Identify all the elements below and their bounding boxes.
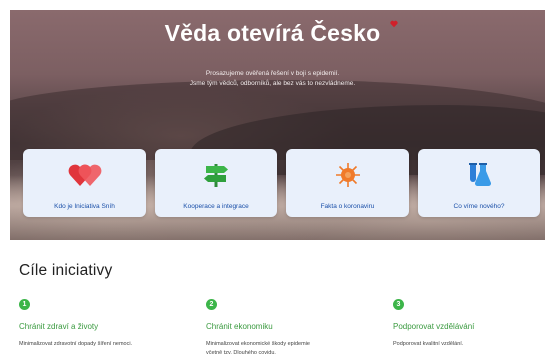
- goal-description-line: Minimalizovat zdravotní dopady šíření ne…: [19, 341, 133, 347]
- goal-title: Podporovat vzdělávání: [393, 322, 475, 331]
- hearts-icon: [68, 164, 101, 186]
- card-label: Fakta o koronaviru: [320, 203, 375, 210]
- goal-description: Minimalizovat ekonomické škody epidemie …: [206, 340, 381, 358]
- virus-icon: [335, 163, 360, 187]
- goal-description: Minimalizovat zdravotní dopady šíření ne…: [19, 340, 194, 349]
- goal-number-badge: 1: [19, 299, 30, 310]
- goal-description: Podporovat kvalitní vzdělání.: [393, 340, 533, 349]
- heart-icon: [390, 20, 398, 28]
- hero-subtitle-line-2: Jsme tým vědců, odborníků, ale bez vás t…: [189, 80, 356, 87]
- goal-description-line: včetně tzv. Dlouhého covidu.: [206, 350, 276, 356]
- goal-description-line: Podporovat kvalitní vzdělání.: [393, 341, 464, 347]
- card-fakta-o-koronaviru[interactable]: Fakta o koronaviru: [286, 149, 409, 217]
- signpost-icon: [204, 164, 228, 187]
- flask-icon: [469, 163, 492, 187]
- hero-subtitle-line-1: Prosazujeme ověřená řešení v boji s epid…: [205, 70, 340, 77]
- card-label: Kdo je Iniciativa Sníh: [54, 203, 115, 210]
- goal-number-badge: 3: [393, 299, 404, 310]
- hero-title: Věda otevírá Česko: [164, 20, 381, 46]
- goal-title: Chránit ekonomiku: [206, 322, 273, 331]
- hero-subtitle: Prosazujeme ověřená řešení v boji s epid…: [0, 69, 545, 89]
- card-kdo-je-iniciativa[interactable]: Kdo je Iniciativa Sníh: [23, 149, 146, 217]
- card-label: Co víme nového?: [453, 203, 505, 210]
- card-co-vime-noveho[interactable]: Co víme nového?: [418, 149, 540, 217]
- section-title: Cíle iniciativy: [19, 262, 113, 279]
- goal-description-line: Minimalizovat ekonomické škody epidemie: [206, 341, 310, 347]
- goal-title: Chránit zdraví a životy: [19, 322, 99, 331]
- goal-number-badge: 2: [206, 299, 217, 310]
- card-label: Kooperace a integrace: [183, 203, 249, 210]
- card-kooperace[interactable]: Kooperace a integrace: [155, 149, 277, 217]
